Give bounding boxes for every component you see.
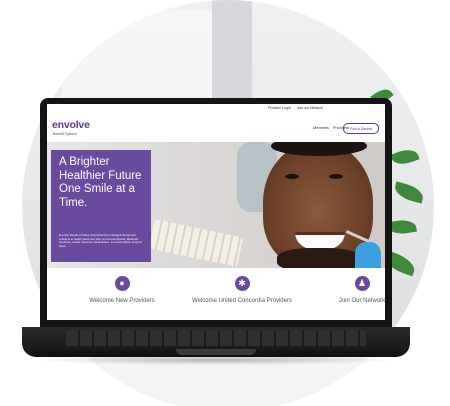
utility-bar: Provider Login Join our Network <box>47 104 385 112</box>
site-header: envolve Benefit Options Members Provider… <box>47 112 385 143</box>
plant-leaf <box>392 181 426 204</box>
nav-item-members[interactable]: Members <box>313 126 329 130</box>
laptop-shadow <box>30 355 402 365</box>
logo-subtext: Benefit Options <box>53 132 77 136</box>
feature-united-concordia[interactable]: ✱ Welcome United Concordia Providers <box>187 276 297 305</box>
feature-label: Join Our Network <box>338 298 385 304</box>
find-dentist-button[interactable]: Find a Dentist <box>342 123 379 134</box>
hero-text-card: A Brighter Healthier Future One Smile at… <box>51 150 151 262</box>
gloved-hand <box>355 242 381 268</box>
logo[interactable]: envolve <box>52 119 90 131</box>
eye <box>285 174 299 179</box>
tooth-icon: ● <box>114 276 130 291</box>
person-icon: ♟ <box>354 276 370 291</box>
feature-links: ● Welcome New Providers ✱ Welcome United… <box>47 268 385 320</box>
feature-label: Welcome United Concordia Providers <box>192 298 292 304</box>
hero-body-text: Envolve Dental provides comprehensive ma… <box>59 233 143 248</box>
beard <box>277 248 361 268</box>
hero-headline: A Brighter Healthier Future One Smile at… <box>59 156 142 209</box>
plant-leaf <box>390 145 420 169</box>
hero-banner: A Brighter Healthier Future One Smile at… <box>47 142 385 268</box>
join-network-link[interactable]: Join our Network <box>297 106 323 110</box>
feature-new-providers[interactable]: ● Welcome New Providers <box>67 276 177 305</box>
laptop-screen: Provider Login Join our Network envolve … <box>47 104 385 320</box>
feature-join-network[interactable]: ♟ Join Our Network <box>307 276 385 305</box>
eye <box>329 174 343 179</box>
laptop-keyboard <box>66 330 366 346</box>
feature-label: Welcome New Providers <box>89 298 155 304</box>
provider-login-link[interactable]: Provider Login <box>268 106 291 110</box>
asterisk-icon: ✱ <box>234 276 250 291</box>
tooth-shade-guide <box>148 218 244 268</box>
hero-illustration: Provider Login Join our Network envolve … <box>0 0 450 406</box>
